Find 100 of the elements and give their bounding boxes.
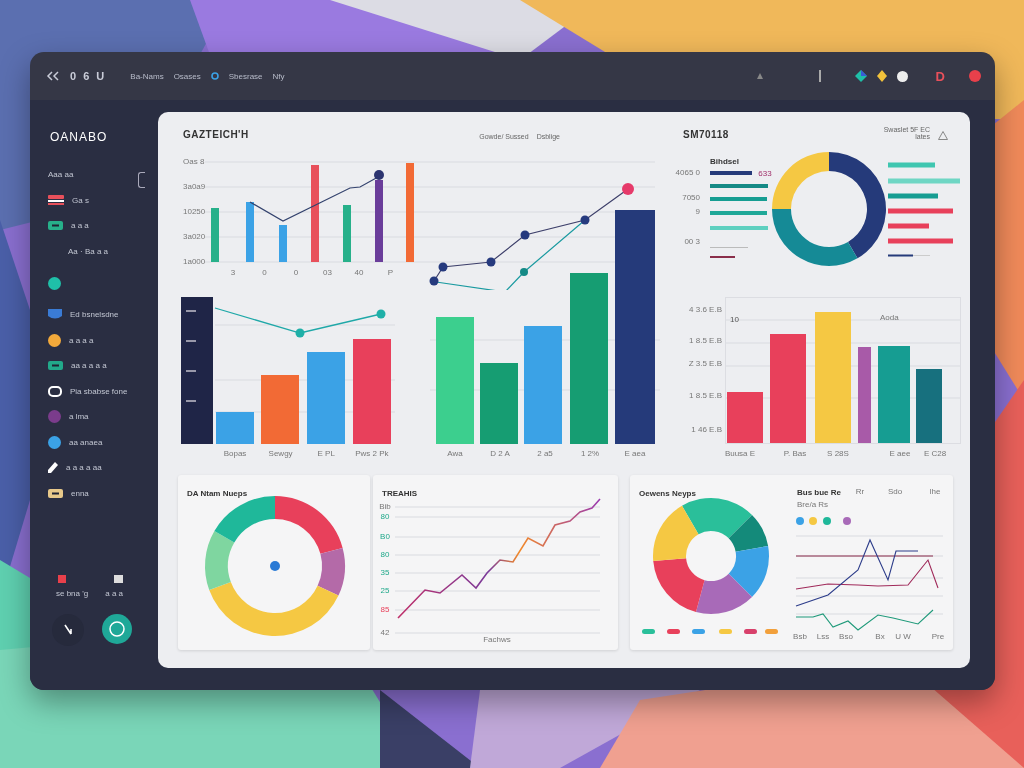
axis-label: E C28 (923, 449, 947, 458)
axis-label: 00 3 (684, 237, 700, 246)
bar (888, 208, 953, 214)
axis-label: Bopas (223, 449, 247, 458)
axis-label: 42 (380, 628, 390, 637)
legend-swatch (642, 629, 655, 634)
menu-item[interactable]: Nfy (272, 71, 285, 81)
tick-mark (186, 370, 196, 372)
axis-label: D 2 A (490, 449, 510, 458)
axis-label: 9 (695, 207, 700, 216)
sidebar-item[interactable]: a lma (69, 412, 89, 422)
data-point (438, 262, 448, 272)
card-title: DA Ntam Nueps (187, 489, 248, 498)
axis-label: Pws 2 Pk (355, 449, 389, 458)
axis-label: 10 (730, 315, 739, 324)
axis-label: B0 (380, 532, 390, 541)
axis-label: Bus bue Re (797, 488, 841, 497)
tick-mark (186, 340, 196, 342)
axis-label: Bihdsel (710, 157, 739, 166)
data-point (622, 183, 634, 195)
sidebar-item[interactable]: enna (71, 488, 89, 498)
axis-label: 85 (380, 605, 390, 614)
axis-label: 40 (354, 268, 364, 277)
sidebar-item[interactable]: a a a (71, 221, 89, 231)
brand-name: OANABO (50, 130, 109, 144)
sidebar-item[interactable]: a a a a (69, 335, 94, 345)
diamond-icon[interactable] (876, 70, 887, 82)
ring-icon (210, 72, 219, 80)
axis-label: E PL (317, 449, 335, 458)
collapse-handle[interactable] (138, 172, 145, 188)
back-icon[interactable] (46, 71, 60, 81)
legend-swatch (744, 629, 757, 634)
pie-segment (696, 573, 752, 614)
bar (888, 238, 953, 244)
sidebar-item[interactable]: Pia sbabse fone (70, 386, 128, 396)
sidebar-item[interactable]: Aa · Ba a a (68, 246, 109, 256)
menu-item[interactable]: Ba-Nams (130, 71, 164, 81)
sidebar-item[interactable]: a a a a aa (66, 463, 102, 473)
axis-label: Bsb (793, 632, 807, 641)
sidebar-item[interactable]: Ed bsnelsdne (70, 310, 119, 320)
bar (710, 197, 767, 201)
circle-icon[interactable] (896, 70, 908, 82)
axis-label: Aoda (880, 313, 899, 322)
pie-segment (653, 558, 705, 612)
axis-label: 10250 (183, 207, 206, 216)
divider-icon (818, 70, 821, 82)
axis-label: 3a020 (183, 232, 206, 241)
bar (710, 226, 768, 230)
diamond-icon[interactable] (854, 70, 867, 82)
menu-item[interactable]: Osases (173, 71, 201, 81)
axis-label: 80 (380, 550, 390, 559)
axis-label: Bx (875, 632, 885, 641)
axis-label: Lss (816, 632, 830, 641)
axis-label: 0 (262, 268, 267, 277)
data-point (295, 328, 305, 338)
tick-mark (186, 400, 196, 402)
reference-line (710, 247, 748, 248)
axis-label: Awa (447, 449, 463, 458)
menu-item[interactable]: Sbesrase (228, 71, 263, 81)
sidebar-item[interactable]: Ga s (72, 195, 89, 205)
triangle-icon[interactable] (756, 73, 763, 79)
axis-label: E aea (624, 449, 646, 458)
tick-mark (186, 310, 196, 312)
axis-label: Bre/a Rs (797, 500, 829, 509)
legend-swatch (719, 629, 732, 634)
axis-label: U W (895, 632, 911, 641)
axis-label: Bso (839, 632, 853, 641)
sidebar-footer-text: se bna 'g (56, 589, 89, 598)
tab-label: Rr (855, 487, 865, 496)
sidebar-item[interactable]: Aaa aa (48, 170, 74, 180)
warning-icon[interactable] (938, 131, 948, 140)
tab-label: lhe (929, 487, 941, 496)
progress-line (888, 254, 930, 257)
record-icon[interactable] (969, 70, 981, 82)
axis-label: P (387, 268, 394, 277)
axis-label: 2 a5 (537, 449, 553, 458)
bar (261, 375, 299, 444)
user-button[interactable] (102, 614, 132, 644)
axis-label: Fachws (483, 635, 511, 644)
axis-label: 1a000 (183, 257, 206, 266)
data-point (374, 170, 384, 180)
sidebar-item[interactable]: aa anaea (69, 437, 103, 447)
axis-label: 80 (380, 512, 390, 521)
tab-label: Sdo (887, 487, 903, 496)
axis-label: 25 (380, 586, 390, 595)
legend-swatch (692, 629, 705, 634)
app-title: 0 6 U (70, 70, 107, 82)
bar (710, 184, 768, 188)
card-title: Oewens Neyps (639, 489, 696, 498)
data-point (580, 215, 590, 225)
axis-label: 03 (323, 268, 332, 277)
data-point (520, 230, 530, 240)
axis-label: 4 3.6 E.B (689, 305, 722, 314)
sidebar-item[interactable]: aa a a a a (71, 361, 107, 371)
axis-label: 1 46 E.B (691, 425, 722, 434)
legend-swatch (765, 629, 778, 634)
bar (727, 392, 763, 443)
axis-label: 3a0a9 (183, 182, 206, 191)
bar (710, 211, 767, 215)
arrow-button[interactable] (52, 614, 84, 646)
